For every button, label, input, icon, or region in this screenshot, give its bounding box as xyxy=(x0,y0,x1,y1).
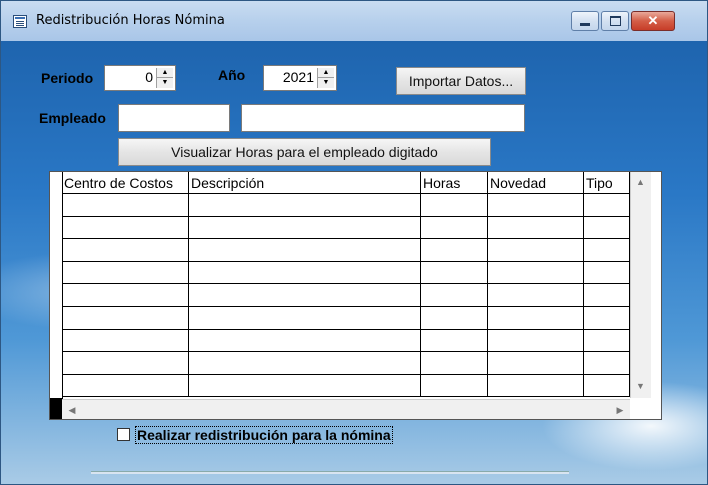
maximize-button[interactable] xyxy=(601,11,629,31)
scrollbar-corner xyxy=(630,399,650,419)
empleado-code-input[interactable] xyxy=(118,104,230,132)
grid-cell[interactable] xyxy=(189,194,421,217)
grid-cell[interactable] xyxy=(584,374,630,398)
grid-cell[interactable] xyxy=(421,239,488,262)
grid-cell[interactable] xyxy=(189,216,421,240)
column-header-novedad[interactable]: Novedad xyxy=(488,172,584,194)
grid-cell[interactable] xyxy=(189,307,421,330)
grid-cell[interactable] xyxy=(584,352,630,375)
spin-up-icon[interactable]: ▲ xyxy=(318,68,334,78)
minimize-icon xyxy=(580,22,590,26)
grid-cell[interactable] xyxy=(584,239,630,262)
grid-cell[interactable] xyxy=(62,239,189,262)
column-header-centro-costos[interactable]: Centro de Costos xyxy=(62,172,189,194)
grid-cell[interactable] xyxy=(62,352,189,375)
grid-cell[interactable] xyxy=(189,284,421,307)
anio-value[interactable]: 2021 xyxy=(283,69,314,85)
empleado-label: Empleado xyxy=(39,110,106,126)
vertical-scrollbar[interactable]: ▲ ▼ xyxy=(630,172,651,398)
anio-spin-arrows[interactable]: ▲ ▼ xyxy=(317,68,334,88)
spin-down-icon[interactable]: ▼ xyxy=(318,78,334,88)
minimize-button[interactable] xyxy=(571,11,599,31)
periodo-spin-arrows[interactable]: ▲ ▼ xyxy=(156,68,173,88)
spin-down-icon[interactable]: ▼ xyxy=(157,78,173,88)
grid-cell[interactable] xyxy=(421,194,488,217)
grid-cell[interactable] xyxy=(62,374,189,398)
grid-cell[interactable] xyxy=(584,329,630,353)
title-bar[interactable]: Redistribución Horas Nómina ✕ xyxy=(1,1,707,41)
grid-cell[interactable] xyxy=(189,374,421,398)
grid-cell[interactable] xyxy=(488,307,584,330)
grid-cell[interactable] xyxy=(189,329,421,353)
grid-cell[interactable] xyxy=(62,261,189,285)
scroll-up-icon[interactable]: ▲ xyxy=(631,172,650,192)
grid-cell[interactable] xyxy=(488,261,584,285)
grid-cell[interactable] xyxy=(584,194,630,217)
periodo-value[interactable]: 0 xyxy=(145,69,153,85)
grid-cell[interactable] xyxy=(584,307,630,330)
grid-cell[interactable] xyxy=(421,261,488,285)
spin-up-icon[interactable]: ▲ xyxy=(157,68,173,78)
column-header-horas[interactable]: Horas xyxy=(421,172,488,194)
grid-cell[interactable] xyxy=(62,307,189,330)
main-window: Redistribución Horas Nómina ✕ Periodo 0 … xyxy=(0,0,708,485)
grid-cell[interactable] xyxy=(584,261,630,285)
grid-cell[interactable] xyxy=(421,374,488,398)
grid-cell[interactable] xyxy=(488,239,584,262)
grid-cell[interactable] xyxy=(62,329,189,353)
column-header-descripcion[interactable]: Descripción xyxy=(189,172,421,194)
close-button[interactable]: ✕ xyxy=(631,11,675,31)
column-header-tipo[interactable]: Tipo xyxy=(584,172,630,194)
grid-cell[interactable] xyxy=(488,216,584,240)
periodo-spinner[interactable]: 0 ▲ ▼ xyxy=(104,65,176,91)
scroll-down-icon[interactable]: ▼ xyxy=(631,376,650,396)
anio-label: Año xyxy=(218,67,246,83)
grid-cell[interactable] xyxy=(189,239,421,262)
grid-cell[interactable] xyxy=(62,216,189,240)
window-title: Redistribución Horas Nómina xyxy=(36,13,225,28)
grid-cell[interactable] xyxy=(421,307,488,330)
maximize-icon xyxy=(609,16,621,26)
grid-cell[interactable] xyxy=(421,216,488,240)
grid-cell[interactable] xyxy=(488,284,584,307)
periodo-label: Periodo xyxy=(41,70,94,86)
redistribucion-checkbox[interactable] xyxy=(117,428,130,441)
close-icon: ✕ xyxy=(647,13,659,28)
grid-cell[interactable] xyxy=(62,194,189,217)
grid-cell[interactable] xyxy=(488,374,584,398)
empleado-name-input[interactable] xyxy=(241,104,525,132)
visualizar-horas-button[interactable]: Visualizar Horas para el empleado digita… xyxy=(118,138,491,166)
grid-cell[interactable] xyxy=(584,216,630,240)
table-icon xyxy=(13,15,27,28)
grid-cell[interactable] xyxy=(421,329,488,353)
grid-cell[interactable] xyxy=(488,352,584,375)
scroll-right-icon[interactable]: ▶ xyxy=(610,400,630,419)
importar-datos-button[interactable]: Importar Datos... xyxy=(396,67,526,95)
bottom-divider xyxy=(91,471,569,474)
horizontal-scrollbar[interactable]: ◀ ▶ xyxy=(62,399,630,419)
grid-cell[interactable] xyxy=(421,352,488,375)
grid-cell[interactable] xyxy=(421,284,488,307)
grid-cell[interactable] xyxy=(488,329,584,353)
redistribucion-checkbox-label[interactable]: Realizar redistribución para la nómina xyxy=(135,426,393,444)
grid-cell[interactable] xyxy=(488,194,584,217)
current-row-marker xyxy=(50,398,62,419)
anio-spinner[interactable]: 2021 ▲ ▼ xyxy=(263,65,337,91)
grid-cell[interactable] xyxy=(584,284,630,307)
grid-cell[interactable] xyxy=(189,352,421,375)
scroll-left-icon[interactable]: ◀ xyxy=(62,400,82,419)
grid-cell[interactable] xyxy=(62,284,189,307)
grid-cell[interactable] xyxy=(189,261,421,285)
hours-grid[interactable]: Centro de Costos Descripción Horas Noved… xyxy=(49,171,662,420)
